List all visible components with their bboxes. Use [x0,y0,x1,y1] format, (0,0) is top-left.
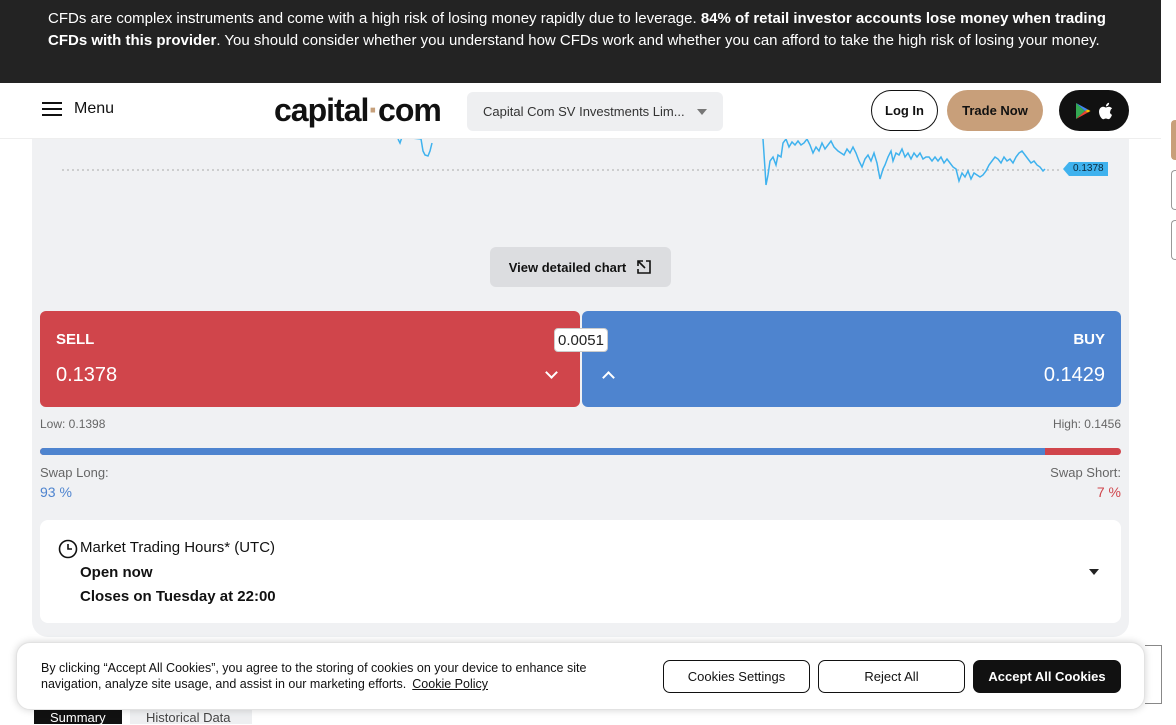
buy-label: BUY [1073,331,1105,348]
chevron-down-icon[interactable] [545,366,558,379]
detail-button-label: View detailed chart [508,259,627,275]
trading-hours-card[interactable]: Market Trading Hours* (UTC) Open now Clo… [40,520,1121,623]
side-tab[interactable] [1171,120,1176,160]
market-status: Open now [80,564,153,581]
side-outline [1145,645,1162,704]
swap-long-value: 93 % [40,484,72,500]
entity-select-value: Capital Com SV Investments Lim... [483,104,685,119]
hamburger-icon [42,102,62,116]
risk-warning-text-after: . You should consider whether you unders… [216,32,1100,49]
cookie-banner: By clicking “Accept All Cookies”, you ag… [16,642,1145,710]
sell-button[interactable]: SELL 0.1378 [40,311,580,407]
spread-badge: 0.0051 [554,328,608,352]
side-tab[interactable] [1171,170,1176,210]
logo-text-left: capital [274,92,369,128]
swap-long-label: Swap Long: [40,465,109,480]
trading-hours-title: Market Trading Hours* (UTC) [80,539,276,556]
side-tab[interactable] [1171,220,1176,260]
menu-button[interactable]: Menu [42,100,114,118]
chevron-down-icon [697,109,707,115]
sentiment-bar [40,448,1121,455]
chevron-up-icon[interactable] [602,371,615,384]
cookie-text: By clicking “Accept All Cookies”, you ag… [41,660,641,692]
risk-warning-banner: CFDs are complex instruments and come wi… [0,0,1161,83]
clock-icon [58,539,78,559]
apple-icon [1099,102,1113,119]
login-button[interactable]: Log In [871,90,938,131]
swap-short-value: 7 % [1096,484,1121,500]
logo-dot: · [368,92,379,128]
market-close-time: Closes on Tuesday at 22:00 [80,588,276,605]
sentiment-long-fill [40,448,1046,455]
view-detailed-chart-button[interactable]: View detailed chart [490,247,671,287]
day-high: High: 0.1456 [1052,417,1121,431]
cookie-message: By clicking “Accept All Cookies”, you ag… [41,661,587,691]
price-chart[interactable]: 0.1378 [32,136,1129,239]
menu-label: Menu [74,100,115,117]
site-header: Menu capital·com Capital Com SV Investme… [0,83,1161,139]
risk-warning-text: CFDs are complex instruments and come wi… [48,10,701,27]
chart-line-right [762,137,1046,186]
chart-svg [62,136,1062,186]
sell-price: 0.1378 [56,364,118,386]
day-low: Low: 0.1398 [40,417,106,431]
expand-icon [637,260,652,274]
instrument-panel: 0.1378 View detailed chart SELL 0.1378 B… [32,136,1129,637]
app-stores-button[interactable] [1059,90,1129,131]
google-play-icon [1076,102,1091,119]
logo-text-right: com [378,92,442,128]
cookie-policy-link[interactable]: Cookie Policy [412,677,488,691]
chevron-down-icon[interactable] [1089,569,1099,575]
swap-short-label: Swap Short: [1050,465,1121,480]
accept-all-cookies-button[interactable]: Accept All Cookies [973,660,1121,693]
buy-price: 0.1429 [1043,364,1105,386]
cookies-settings-button[interactable]: Cookies Settings [663,660,810,693]
chart-line-left [397,136,433,157]
sell-label: SELL [56,331,95,348]
logo[interactable]: capital·com [274,92,442,129]
current-price-tag: 0.1378 [1063,162,1108,176]
trade-now-button[interactable]: Trade Now [947,90,1043,131]
reject-all-button[interactable]: Reject All [818,660,965,693]
entity-select[interactable]: Capital Com SV Investments Lim... [467,92,723,131]
buy-button[interactable]: BUY 0.1429 [582,311,1121,407]
